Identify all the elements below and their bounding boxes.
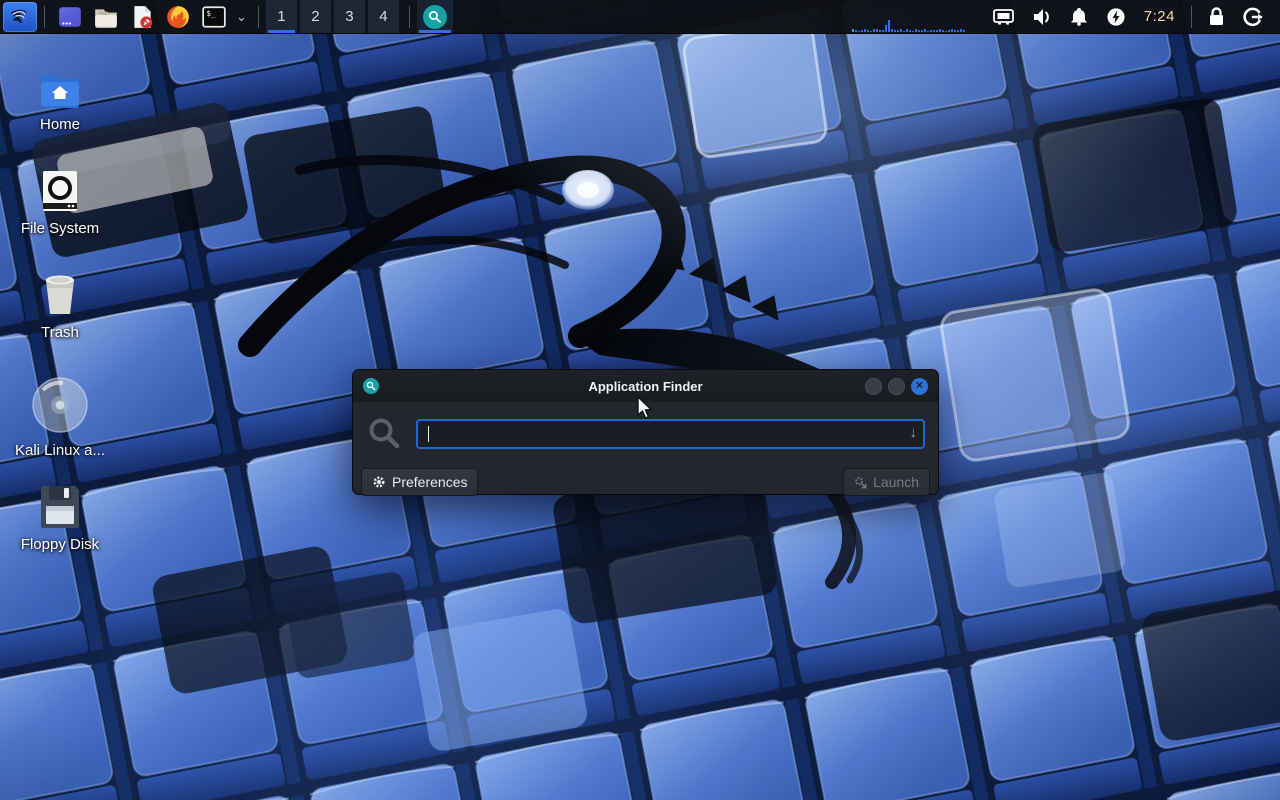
appfinder-panel-button[interactable] bbox=[417, 0, 453, 33]
panel-right-group: 7:24 bbox=[852, 0, 1280, 33]
desktop-icon-file-system[interactable]: File System bbox=[0, 166, 120, 237]
document-edit-icon bbox=[129, 4, 155, 30]
gear-icon bbox=[372, 475, 386, 489]
launcher-text-editor[interactable] bbox=[124, 0, 160, 33]
preferences-label: Preferences bbox=[392, 474, 467, 490]
workspace-4-button[interactable]: 4 bbox=[368, 0, 399, 33]
kali-logo-icon bbox=[9, 6, 31, 28]
finder-actions: Preferences Launch bbox=[353, 460, 938, 496]
desktop-icon-home[interactable]: Home bbox=[0, 62, 120, 133]
panel-separator bbox=[44, 6, 45, 28]
launcher-chevron-down-icon[interactable]: ⌄ bbox=[232, 9, 251, 25]
launch-button[interactable]: Launch bbox=[843, 468, 930, 496]
preferences-button[interactable]: Preferences bbox=[361, 468, 478, 496]
panel-separator bbox=[1191, 6, 1192, 28]
application-finder-window: Application Finder ✕ ↓ bbox=[353, 370, 938, 494]
maximize-button[interactable] bbox=[888, 378, 905, 395]
notifications-bell-icon[interactable] bbox=[1061, 7, 1097, 26]
search-input[interactable] bbox=[416, 419, 925, 449]
desktop-icon-trash[interactable]: Trash bbox=[0, 270, 120, 341]
workspace-2-button[interactable]: 2 bbox=[300, 0, 331, 33]
system-monitor-graph[interactable] bbox=[852, 2, 970, 32]
kali-menu-button[interactable] bbox=[3, 2, 37, 32]
panel-left-group: $_ ⌄ 1 2 3 4 bbox=[0, 0, 453, 33]
lock-screen-icon[interactable] bbox=[1199, 7, 1234, 26]
search-icon-large bbox=[366, 416, 402, 452]
desktop-icon-floppy[interactable]: Floppy Disk bbox=[0, 482, 120, 553]
optical-disc-icon bbox=[31, 376, 89, 434]
window-controls: ✕ bbox=[865, 378, 928, 395]
desktop-icon-label: Home bbox=[40, 116, 80, 133]
minimize-button[interactable] bbox=[865, 378, 882, 395]
desktop-icon-label: Kali Linux a... bbox=[15, 442, 105, 459]
desktop-icon-label: File System bbox=[21, 220, 99, 237]
search-icon bbox=[423, 5, 447, 29]
volume-tray-icon[interactable] bbox=[1023, 8, 1061, 26]
network-tray-icon[interactable] bbox=[984, 8, 1023, 26]
floppy-disk-icon bbox=[39, 482, 81, 528]
desktop-icon-label: Trash bbox=[41, 324, 79, 341]
folder-icon bbox=[93, 4, 119, 30]
launch-icon bbox=[854, 476, 867, 489]
workspace-3-button[interactable]: 3 bbox=[334, 0, 365, 33]
hard-drive-icon bbox=[40, 166, 80, 212]
log-out-icon[interactable] bbox=[1234, 7, 1272, 27]
window-title: Application Finder bbox=[353, 379, 938, 394]
launcher-firefox[interactable] bbox=[160, 0, 196, 33]
firefox-icon bbox=[165, 4, 191, 30]
workspace-1-button[interactable]: 1 bbox=[266, 0, 297, 33]
close-button[interactable]: ✕ bbox=[911, 378, 928, 395]
search-input-wrap: ↓ bbox=[416, 419, 925, 449]
top-panel: $_ ⌄ 1 2 3 4 bbox=[0, 0, 1280, 34]
panel-separator bbox=[409, 6, 410, 28]
power-manager-icon[interactable] bbox=[1097, 7, 1135, 27]
mouse-cursor bbox=[636, 396, 656, 420]
trash-bin-icon bbox=[41, 270, 79, 316]
desktop-root: $_ ⌄ 1 2 3 4 bbox=[0, 0, 1280, 800]
launcher-terminal[interactable]: $_ bbox=[196, 0, 232, 33]
terminal-icon: $_ bbox=[201, 4, 227, 30]
desktop-window-icon bbox=[57, 4, 83, 30]
launcher-file-manager[interactable] bbox=[88, 0, 124, 33]
panel-clock[interactable]: 7:24 bbox=[1135, 8, 1184, 25]
desktop-icon-kali-cd[interactable]: Kali Linux a... bbox=[0, 376, 120, 459]
home-folder-icon bbox=[39, 62, 81, 108]
launch-label: Launch bbox=[873, 474, 919, 490]
panel-separator bbox=[258, 6, 259, 28]
svg-text:$_: $_ bbox=[206, 8, 216, 17]
launcher-desktop[interactable] bbox=[52, 0, 88, 33]
desktop-icon-label: Floppy Disk bbox=[21, 536, 99, 553]
appfinder-window-icon bbox=[363, 378, 379, 394]
text-caret bbox=[428, 426, 429, 442]
dropdown-arrow-icon[interactable]: ↓ bbox=[910, 424, 918, 441]
